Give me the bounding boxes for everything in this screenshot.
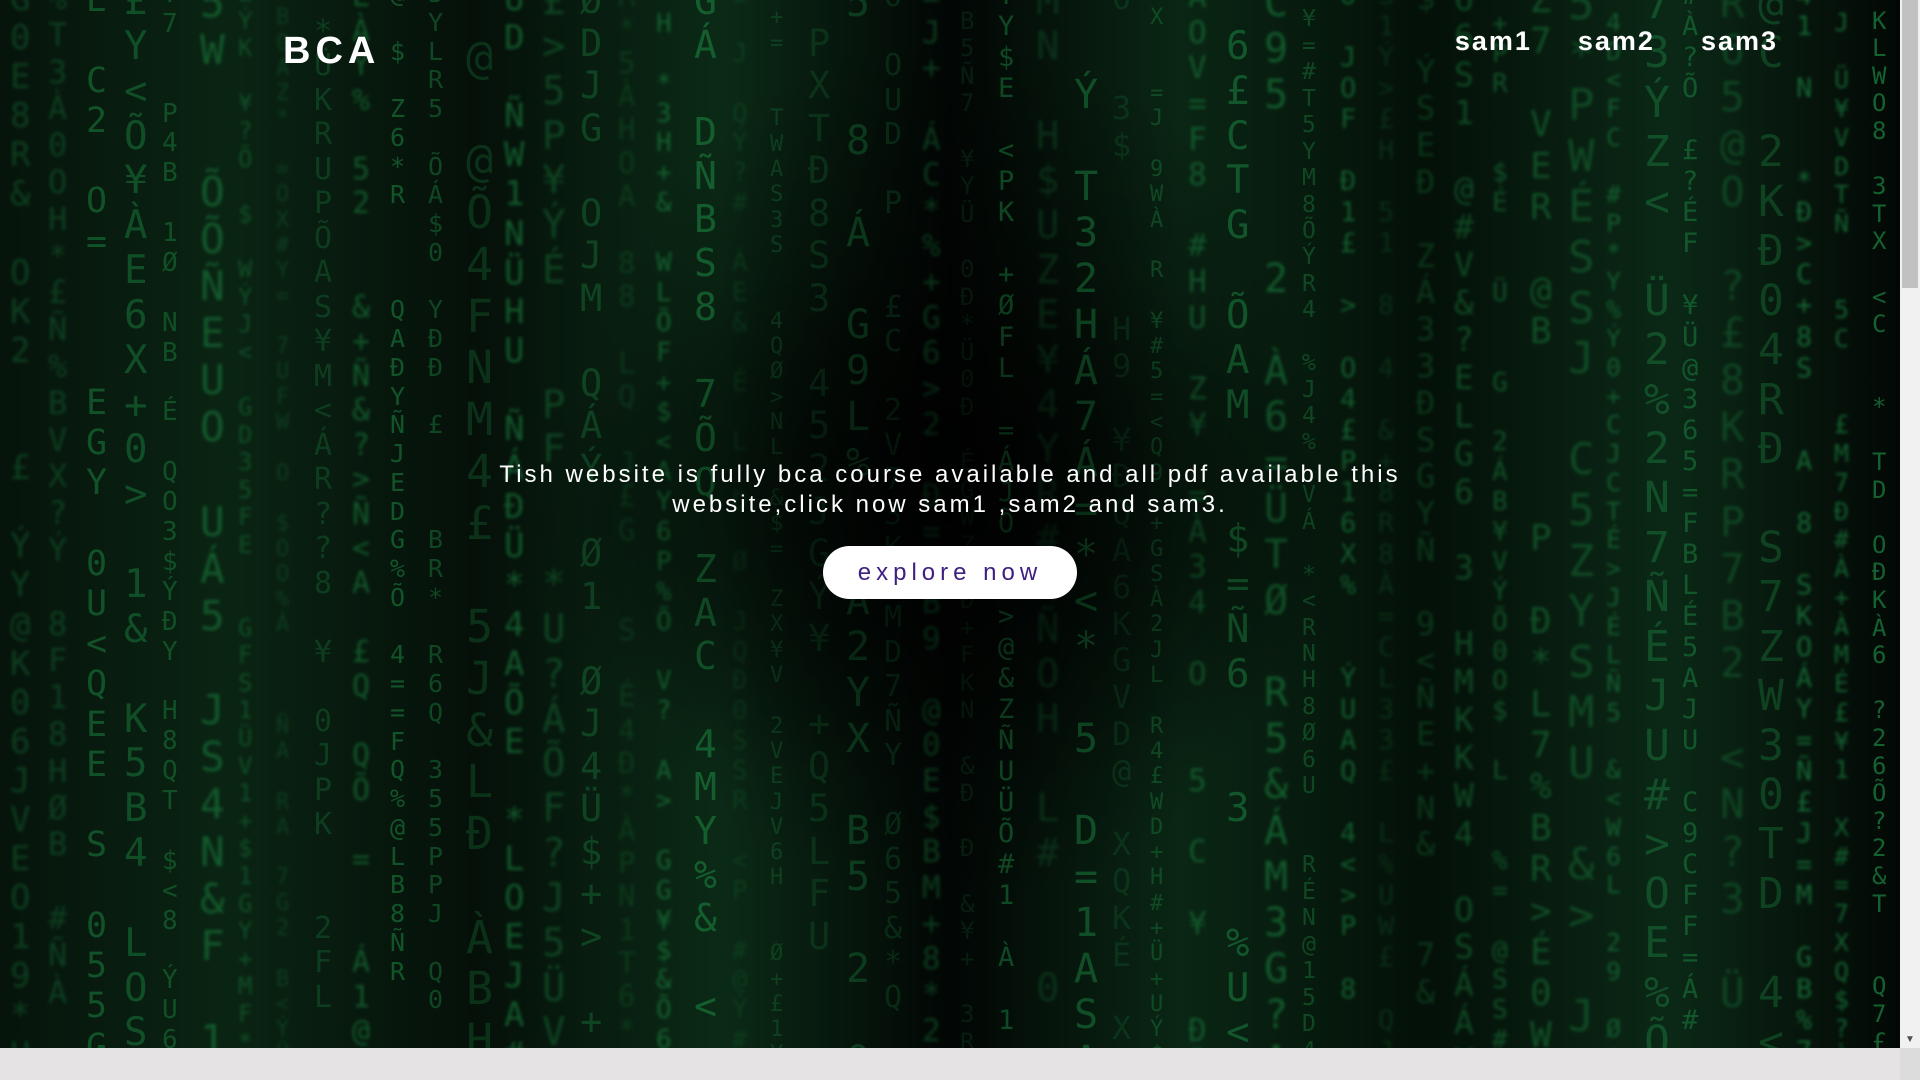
logo[interactable]: BCA <box>283 30 380 73</box>
scrollbar-corner <box>1900 1048 1920 1080</box>
hero-section: Tish website is fully bca course availab… <box>0 460 1900 599</box>
vertical-scrollbar[interactable]: ▲ ▼ <box>1900 0 1920 1048</box>
explore-now-button[interactable]: explore now <box>823 546 1077 599</box>
horizontal-scrollbar[interactable] <box>0 1048 1900 1080</box>
nav-link-sam2[interactable]: sam2 <box>1578 26 1655 57</box>
vertical-scrollbar-thumb[interactable] <box>1902 0 1918 288</box>
scroll-down-arrow-icon[interactable]: ▼ <box>1900 1031 1920 1048</box>
page-viewport: G 0 E 8 R & O K 2 £ Ý Y @ K 0 6 J V E O … <box>0 0 1900 1048</box>
nav-link-sam1[interactable]: sam1 <box>1455 26 1532 57</box>
nav-links: sam1 sam2 sam3 <box>1455 26 1778 57</box>
nav-link-sam3[interactable]: sam3 <box>1701 26 1778 57</box>
hero-description: Tish website is fully bca course availab… <box>499 461 1401 518</box>
navbar: BCA sam1 sam2 sam3 <box>0 0 1900 100</box>
